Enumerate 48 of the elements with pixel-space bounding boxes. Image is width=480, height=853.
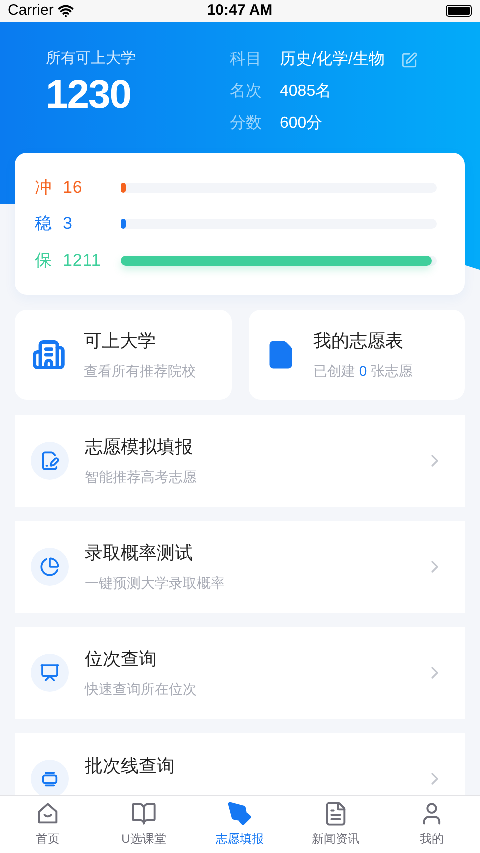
tier-count: 16 [63, 176, 84, 199]
detail-value: 4085名 [280, 82, 332, 102]
edit-document-icon [31, 442, 69, 480]
menu-title: 批次线查询 [85, 754, 176, 778]
edit-icon[interactable] [400, 52, 418, 68]
menu-subtitle: 智能推荐高考志愿 [85, 468, 198, 487]
wifi-icon [58, 3, 74, 19]
detail-label: 名次 [230, 82, 263, 102]
tab-item[interactable]: 新闻资讯 [288, 796, 384, 853]
tier-count: 1211 [63, 250, 102, 272]
menu-item[interactable]: 批次线查询 [15, 733, 465, 795]
college-count: 1230 [46, 74, 132, 114]
menu-title: 志愿模拟填报 [85, 436, 194, 459]
tab-item[interactable]: U选课堂 [96, 796, 192, 853]
menu-subtitle: 一键预测大学录取概率 [85, 574, 226, 593]
menu-item[interactable]: 位次查询 快速查询所在位次 [15, 627, 465, 719]
pen-nib-icon [227, 801, 253, 827]
shortcut-card[interactable]: 可上大学 查看所有推荐院校 [15, 310, 232, 400]
clock-text: 10:47 AM [207, 0, 273, 21]
carrier-text: Carrier [8, 0, 54, 21]
detail-value: 600分 [280, 114, 323, 134]
battery-icon [446, 5, 472, 17]
building-icon [32, 338, 66, 372]
tier-label: 冲 [35, 176, 53, 199]
tab-item[interactable]: 志愿填报 [192, 796, 288, 853]
chart-screen-icon [31, 654, 69, 692]
summary-label: 所有可上大学 [46, 49, 137, 69]
menu-subtitle: 快速查询所在位次 [85, 680, 198, 699]
tier-label: 保 [35, 250, 53, 272]
shortcut-card[interactable]: 我的志愿表 已创建 0 张志愿 [248, 310, 465, 400]
detail-label: 科目 [230, 50, 263, 70]
book-icon [131, 801, 157, 827]
pie-chart-icon [31, 548, 69, 586]
shortcut-title: 可上大学 [84, 330, 157, 353]
shortcut-subtitle: 已创建 0 张志愿 [314, 362, 414, 381]
menu-item[interactable]: 录取概率测试 一键预测大学录取概率 [15, 521, 465, 613]
detail-value: 历史/化学/生物 [280, 50, 385, 70]
menu-title: 位次查询 [85, 648, 158, 671]
stacked-rectangle-icon [31, 760, 69, 795]
tab-item[interactable]: 首页 [0, 796, 96, 853]
detail-label: 分数 [230, 114, 263, 134]
shortcut-title: 我的志愿表 [314, 330, 404, 353]
tier-count: 3 [63, 213, 74, 236]
tab-item[interactable]: 我的 [384, 796, 480, 853]
tier-label: 稳 [35, 213, 53, 236]
menu-item[interactable]: 志愿模拟填报 智能推荐高考志愿 [15, 415, 465, 507]
shortcut-subtitle: 查看所有推荐院校 [84, 362, 196, 381]
menu-title: 录取概率测试 [85, 542, 194, 565]
